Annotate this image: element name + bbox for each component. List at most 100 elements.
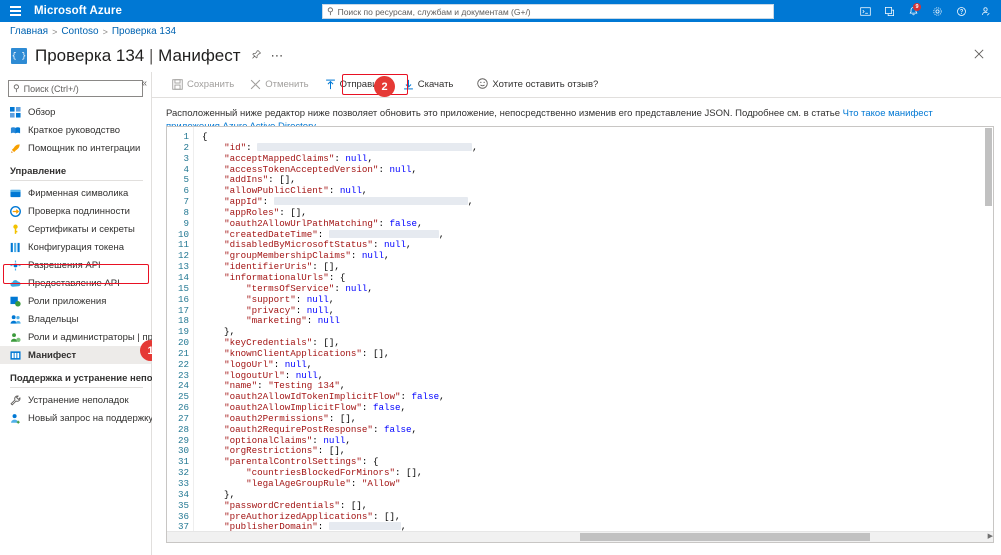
notifications-bell-icon[interactable]: 9 bbox=[901, 0, 925, 22]
download-button[interactable]: Скачать bbox=[395, 74, 462, 96]
sidebar-group-support-title: Поддержка и устранение неполадок bbox=[0, 364, 151, 387]
discard-label: Отменить bbox=[265, 79, 308, 90]
branding-card-icon bbox=[10, 188, 21, 199]
close-icon[interactable] bbox=[971, 46, 987, 62]
global-search-input[interactable] bbox=[338, 7, 769, 17]
sidebar-item-token-configuration[interactable]: Конфигурация токена bbox=[0, 238, 151, 256]
settings-gear-icon[interactable] bbox=[925, 0, 949, 22]
sidebar-item-expose-api[interactable]: Предоставление API bbox=[0, 274, 151, 292]
azure-portal-window: Microsoft Azure ⚲ 9 bbox=[0, 0, 1001, 555]
page-title-separator: | bbox=[149, 46, 153, 65]
editor-line[interactable]: "marketing": null bbox=[202, 316, 993, 327]
editor-line-number: 35 bbox=[167, 501, 189, 512]
feedback-smiley-icon bbox=[477, 78, 488, 92]
download-arrow-icon bbox=[403, 79, 414, 90]
editor-line-number: 16 bbox=[167, 295, 189, 306]
blade-sidebar: ⚲ « Обзор Краткое руководство Помощник п… bbox=[0, 72, 152, 555]
upload-arrow-icon bbox=[325, 79, 336, 90]
feedback-button[interactable]: Хотите оставить отзыв? bbox=[477, 78, 598, 92]
manifest-editor-surface[interactable]: 1234567891011121314151617181920212223242… bbox=[167, 127, 993, 531]
owners-people-icon bbox=[10, 314, 21, 325]
editor-line[interactable]: "allowPublicClient": null, bbox=[202, 186, 993, 197]
blade-header: { } Проверка 134 | Манифест ⋯ bbox=[0, 42, 1001, 70]
sidebar-item-label: Устранение неполадок bbox=[28, 395, 129, 406]
sidebar-item-api-permissions[interactable]: Разрешения API bbox=[0, 256, 151, 274]
manifest-icon bbox=[10, 350, 21, 361]
sidebar-item-roles-and-administrators[interactable]: Роли и администраторы | пре... bbox=[0, 328, 151, 346]
sidebar-search-input[interactable] bbox=[24, 84, 138, 94]
sidebar-item-label: Новый запрос на поддержку bbox=[28, 413, 153, 424]
editor-line[interactable]: "appId": , bbox=[202, 197, 993, 208]
help-question-icon[interactable] bbox=[949, 0, 973, 22]
breadcrumb-item-current[interactable]: Проверка 134 bbox=[112, 26, 176, 37]
sidebar-item-overview[interactable]: Обзор bbox=[0, 103, 151, 121]
more-options-icon[interactable]: ⋯ bbox=[271, 48, 285, 64]
sidebar-item-label: Помощник по интеграции bbox=[28, 143, 140, 154]
sidebar-item-label: Обзор bbox=[28, 107, 55, 118]
sidebar-divider bbox=[10, 180, 143, 181]
save-label: Сохранить bbox=[187, 79, 234, 90]
manifest-editor[interactable]: 1234567891011121314151617181920212223242… bbox=[166, 126, 994, 543]
editor-line-number: 22 bbox=[167, 360, 189, 371]
breadcrumb-item-home[interactable]: Главная bbox=[10, 26, 48, 37]
authentication-icon bbox=[10, 206, 21, 217]
sidebar-item-app-roles[interactable]: Роли приложения bbox=[0, 292, 151, 310]
global-header-icons: 9 bbox=[853, 0, 997, 22]
editor-horizontal-scroll-thumb[interactable] bbox=[580, 533, 870, 541]
breadcrumb-separator: > bbox=[52, 27, 57, 37]
editor-vertical-scrollbar[interactable] bbox=[984, 127, 993, 531]
sidebar-item-manifest[interactable]: Манифест bbox=[0, 346, 151, 364]
directories-filter-icon[interactable] bbox=[877, 0, 901, 22]
notification-count-badge: 9 bbox=[913, 3, 921, 11]
sidebar-item-label: Проверка подлинности bbox=[28, 206, 130, 217]
pin-icon[interactable] bbox=[251, 49, 262, 63]
feedback-person-icon[interactable] bbox=[973, 0, 997, 22]
command-bar: Сохранить Отменить Отправить Скачать bbox=[152, 72, 1001, 98]
sidebar-item-label: Разрешения API bbox=[28, 260, 101, 271]
editor-line[interactable]: { bbox=[202, 132, 993, 143]
sidebar-divider bbox=[10, 387, 143, 388]
editor-line-number: 9 bbox=[167, 219, 189, 230]
editor-line[interactable]: "legalAgeGroupRule": "Allow" bbox=[202, 479, 993, 490]
sidebar-item-branding[interactable]: Фирменная символика bbox=[0, 184, 151, 202]
editor-line[interactable]: "accessTokenAcceptedVersion": null, bbox=[202, 165, 993, 176]
scroll-right-arrow-icon[interactable]: ▶ bbox=[988, 533, 993, 541]
breadcrumb-separator: > bbox=[103, 27, 108, 37]
editor-vertical-scroll-thumb[interactable] bbox=[985, 128, 992, 206]
editor-line-number: 28 bbox=[167, 425, 189, 436]
sidebar-item-label: Сертификаты и секреты bbox=[28, 224, 135, 235]
breadcrumb-item-contoso[interactable]: Contoso bbox=[61, 26, 98, 37]
troubleshoot-wrench-icon bbox=[10, 395, 21, 406]
sidebar-item-certificates-secrets[interactable]: Сертификаты и секреты bbox=[0, 220, 151, 238]
sidebar-item-owners[interactable]: Владельцы bbox=[0, 310, 151, 328]
chevron-double-left-icon[interactable]: « bbox=[141, 78, 147, 89]
sidebar-group-manage-title: Управление bbox=[0, 157, 151, 180]
brand-title: Microsoft Azure bbox=[30, 5, 122, 17]
manifest-description-text: Расположенный ниже редактор ниже позволя… bbox=[166, 108, 843, 119]
sidebar-item-label: Предоставление API bbox=[28, 278, 120, 289]
sidebar-item-label: Конфигурация токена bbox=[28, 242, 124, 253]
sidebar-item-quickstart[interactable]: Краткое руководство bbox=[0, 121, 151, 139]
editor-line-numbers: 1234567891011121314151617181920212223242… bbox=[167, 127, 193, 531]
hamburger-icon[interactable] bbox=[0, 0, 30, 22]
sidebar-item-authentication[interactable]: Проверка подлинности bbox=[0, 202, 151, 220]
search-icon: ⚲ bbox=[13, 83, 20, 94]
sidebar-item-label: Роли приложения bbox=[28, 296, 106, 307]
editor-code[interactable]: { "id": , "acceptMappedClaims": null, "a… bbox=[193, 127, 993, 531]
certificates-key-icon bbox=[10, 224, 21, 235]
sidebar-item-new-support-request[interactable]: Новый запрос на поддержку bbox=[0, 409, 151, 427]
cloud-shell-icon[interactable] bbox=[853, 0, 877, 22]
sidebar-item-troubleshooting[interactable]: Устранение неполадок bbox=[0, 391, 151, 409]
save-button[interactable]: Сохранить bbox=[164, 74, 242, 96]
sidebar-search[interactable]: ⚲ bbox=[8, 80, 143, 97]
editor-line[interactable]: "publisherDomain": , bbox=[202, 522, 993, 531]
discard-button[interactable]: Отменить bbox=[242, 74, 316, 96]
editor-line[interactable]: "knownClientApplications": [], bbox=[202, 349, 993, 360]
editor-line-number: 37 bbox=[167, 522, 189, 531]
global-search[interactable]: ⚲ bbox=[322, 4, 774, 19]
app-registration-icon: { } bbox=[11, 48, 27, 64]
roles-admins-icon bbox=[10, 332, 21, 343]
editor-horizontal-scrollbar[interactable]: ▶ bbox=[167, 531, 994, 542]
sidebar-item-integration-assistant[interactable]: Помощник по интеграции bbox=[0, 139, 151, 157]
quickstart-book-icon bbox=[10, 125, 21, 136]
